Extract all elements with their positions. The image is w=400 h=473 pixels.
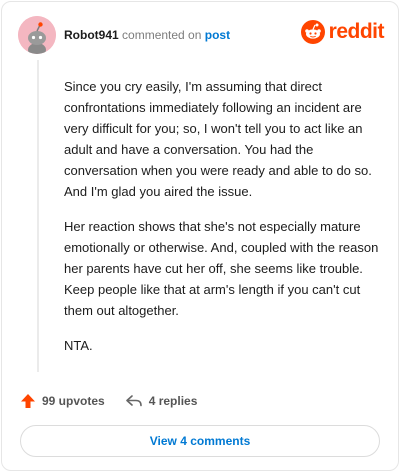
view-comments-button[interactable]: View 4 comments [20,425,380,457]
brand-wordmark: reddit [328,20,385,43]
comment-paragraph: Her reaction shows that she's not especi… [64,219,379,318]
thread-line[interactable] [37,60,39,372]
comment-body: Since you cry easily, I'm assuming that … [64,76,382,370]
comment-card: Robot941 commented on post reddit Since … [1,1,399,471]
author-name[interactable]: Robot941 [64,28,119,42]
upvote-arrow-icon [21,394,35,408]
comment-paragraph: NTA. [64,338,93,353]
author-line: Robot941 commented on post [64,28,230,42]
upvote-count: 99 upvotes [42,394,105,408]
snoo-avatar-icon [18,16,56,54]
commented-on-text: commented on [122,28,202,42]
post-link[interactable]: post [205,28,230,42]
comment-paragraph: Since you cry easily, I'm assuming that … [64,79,372,199]
avatar[interactable] [18,16,56,54]
reply-button[interactable]: 4 replies [125,394,198,408]
reddit-logo-icon [300,20,325,44]
reply-count: 4 replies [148,394,198,408]
comment-actions: 99 upvotes 4 replies [20,391,380,411]
reply-arrow-icon [125,395,142,407]
reddit-brand[interactable]: reddit [300,20,385,44]
upvote-button[interactable]: 99 upvotes [20,393,105,409]
comment-header: Robot941 commented on post reddit [18,16,385,56]
